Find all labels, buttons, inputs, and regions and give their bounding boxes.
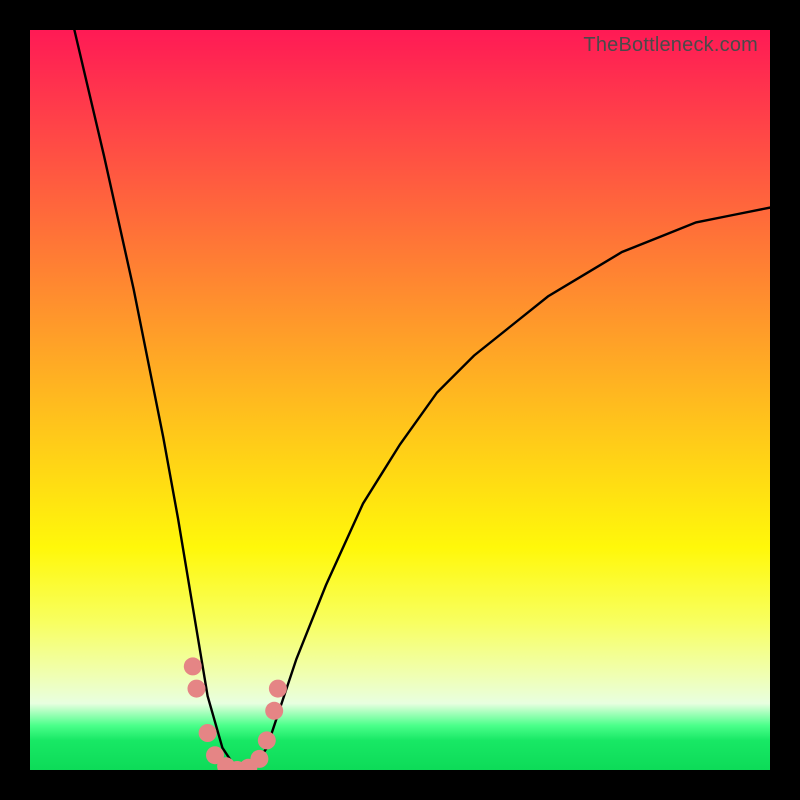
chart-area: TheBottleneck.com	[30, 30, 770, 770]
marker-dot	[188, 680, 206, 698]
marker-dot	[250, 750, 268, 768]
marker-dot	[258, 731, 276, 749]
highlight-markers	[184, 657, 287, 770]
marker-dot	[265, 702, 283, 720]
chart-svg	[30, 30, 770, 770]
marker-dot	[184, 657, 202, 675]
watermark-text: TheBottleneck.com	[583, 34, 758, 57]
bottleneck-curve	[74, 30, 770, 770]
marker-dot	[199, 724, 217, 742]
marker-dot	[269, 680, 287, 698]
